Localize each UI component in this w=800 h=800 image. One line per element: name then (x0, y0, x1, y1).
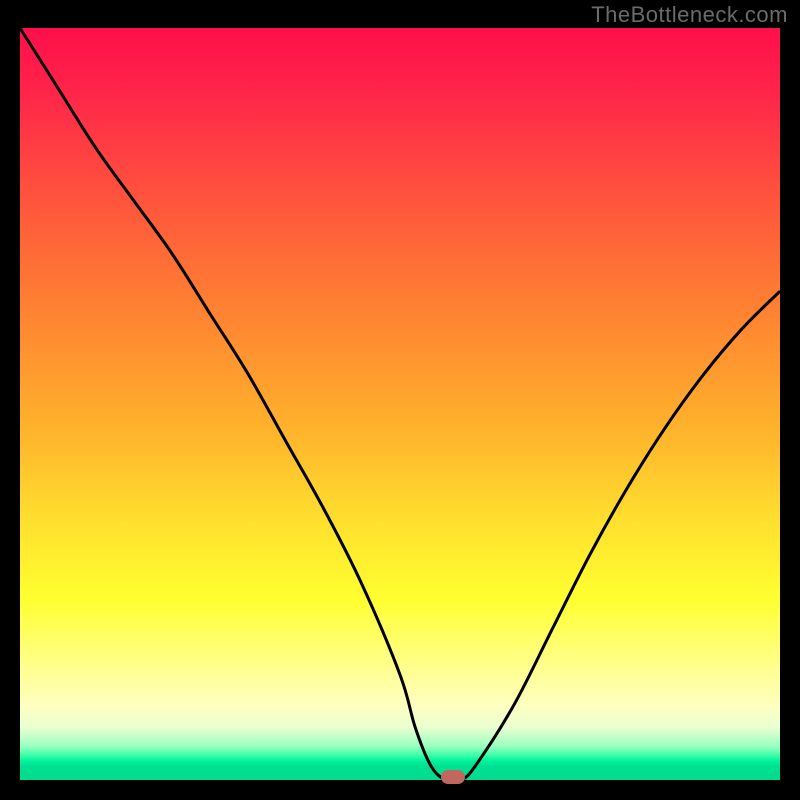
curve-path (20, 28, 780, 782)
bottleneck-curve (20, 28, 780, 780)
optimal-marker (441, 770, 465, 784)
chart-frame: TheBottleneck.com (0, 0, 800, 800)
plot-area (20, 28, 780, 780)
watermark-text: TheBottleneck.com (591, 2, 788, 28)
